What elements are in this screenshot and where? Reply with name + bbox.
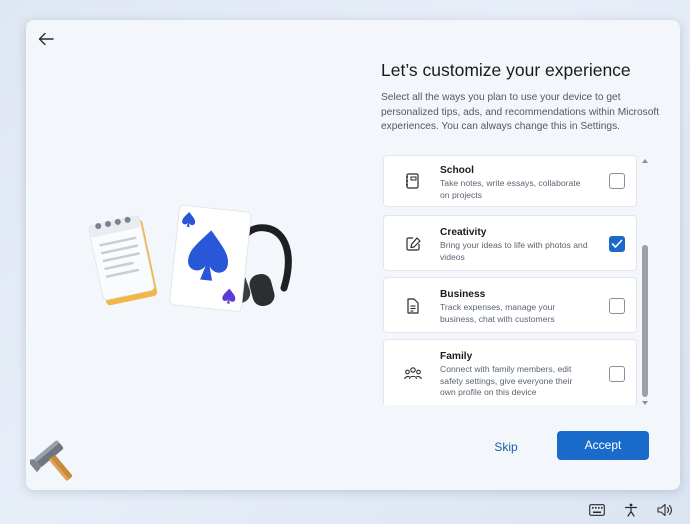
playing-card-illustration	[169, 205, 252, 312]
creativity-checkbox[interactable]	[609, 236, 625, 252]
option-title: School	[440, 165, 474, 176]
option-school[interactable]: School Take notes, write essays, collabo…	[383, 155, 637, 207]
option-business[interactable]: Business Track expenses, manage your bus…	[383, 277, 637, 333]
checkmark-icon	[611, 239, 623, 248]
option-family[interactable]: Family Connect with family members, edit…	[383, 339, 637, 405]
accessibility-icon	[624, 503, 638, 517]
page-description: Select all the ways you plan to use your…	[381, 92, 660, 132]
document-icon	[407, 298, 419, 314]
keyboard-icon	[589, 504, 605, 516]
option-title: Family	[440, 351, 473, 362]
scroll-up-arrow-icon[interactable]	[641, 157, 649, 165]
option-subtitle: Take notes, write essays, collaborate on…	[440, 178, 581, 200]
options-scrollbar[interactable]	[640, 157, 650, 407]
volume-icon	[657, 503, 672, 517]
accessibility-tray-button[interactable]	[623, 503, 639, 517]
oobe-window: Let’s customize your experience Select a…	[26, 20, 680, 490]
notebook-icon	[406, 173, 419, 189]
accept-button[interactable]: Accept	[557, 431, 649, 460]
pen-canvas-icon	[406, 237, 421, 251]
option-subtitle: Track expenses, manage your business, ch…	[440, 302, 556, 324]
hero-illustration	[88, 205, 292, 312]
volume-tray-button[interactable]	[657, 503, 673, 517]
option-title: Business	[440, 289, 486, 300]
family-checkbox[interactable]	[609, 366, 625, 382]
usage-options-list: School Take notes, write essays, collabo…	[382, 155, 650, 405]
keyboard-tray-button[interactable]	[589, 503, 605, 517]
scrollbar-thumb[interactable]	[642, 245, 648, 397]
option-subtitle: Connect with family members, edit safety…	[440, 364, 573, 398]
option-subtitle: Bring your ideas to life with photos and…	[440, 240, 588, 262]
hammer-logo-icon	[30, 440, 73, 481]
page-title: Let’s customize your experience	[381, 60, 631, 80]
notepad-illustration	[88, 215, 158, 306]
people-icon	[404, 367, 422, 380]
option-title: Creativity	[440, 227, 487, 238]
school-checkbox[interactable]	[609, 173, 625, 189]
option-creativity[interactable]: Creativity Bring your ideas to life with…	[383, 215, 637, 271]
back-button[interactable]	[34, 28, 58, 50]
scroll-down-arrow-icon[interactable]	[641, 399, 649, 407]
business-checkbox[interactable]	[609, 298, 625, 314]
skip-button[interactable]: Skip	[481, 433, 531, 461]
back-arrow-icon	[38, 32, 54, 46]
